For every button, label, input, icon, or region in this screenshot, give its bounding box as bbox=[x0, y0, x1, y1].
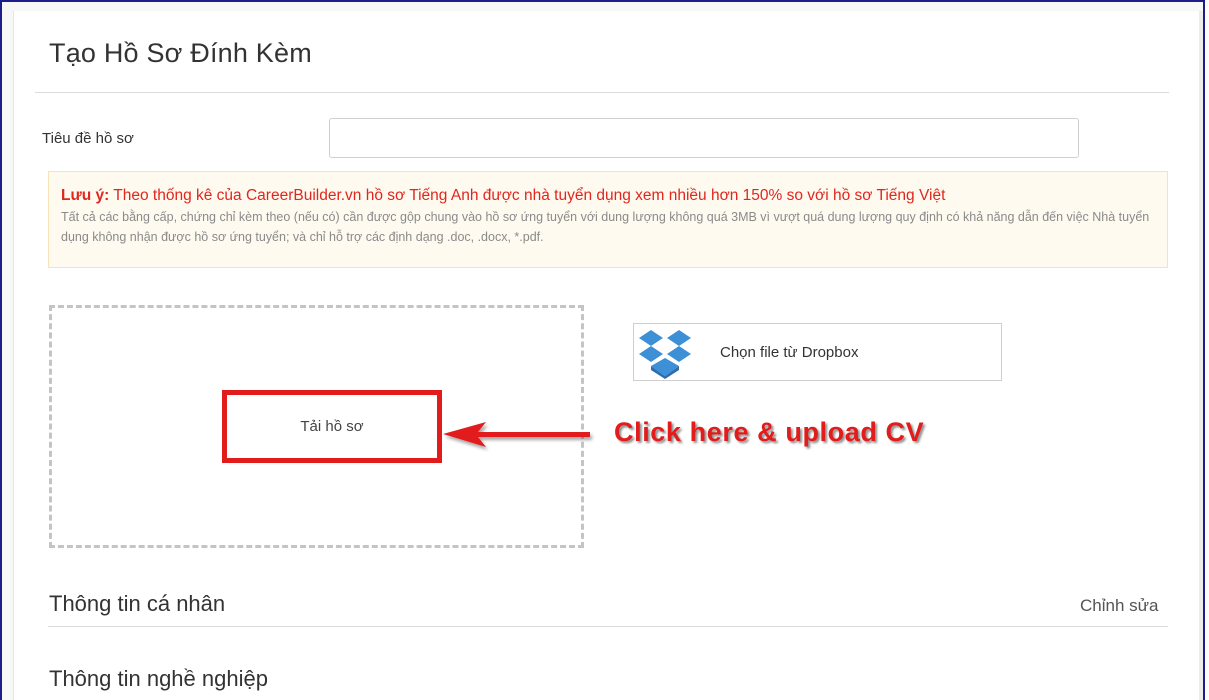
upload-callout-text: Click here & upload CV bbox=[614, 417, 925, 447]
cv-title-label: Tiêu đề hồ sơ bbox=[42, 130, 134, 147]
dropbox-label: Chọn file từ Dropbox bbox=[720, 344, 859, 361]
notice-details: Tất cả các bằng cấp, chứng chỉ kèm theo … bbox=[61, 210, 1150, 244]
arrow-left-icon bbox=[443, 422, 590, 447]
edit-personal-info-link[interactable]: Chỉnh sửa bbox=[1080, 596, 1158, 616]
notice-box: Lưu ý: Theo thống kê của CareerBuilder.v… bbox=[48, 171, 1168, 268]
section-career-info-title: Thông tin nghề nghiệp bbox=[49, 666, 268, 691]
upload-cv-button[interactable]: Tải hồ sơ bbox=[222, 390, 442, 463]
dropbox-icon bbox=[639, 330, 691, 379]
notice-message: Theo thống kê của CareerBuilder.vn hồ sơ… bbox=[109, 187, 946, 204]
dropbox-button[interactable]: Chọn file từ Dropbox bbox=[633, 323, 1002, 381]
scrollbar-track[interactable] bbox=[1199, 11, 1203, 700]
personal-info-divider bbox=[48, 626, 1168, 627]
upload-cv-label: Tải hồ sơ bbox=[300, 418, 364, 435]
cv-title-input[interactable] bbox=[329, 118, 1079, 158]
notice-prefix: Lưu ý: bbox=[61, 187, 110, 204]
notice-main-text: Lưu ý: Theo thống kê của CareerBuilder.v… bbox=[61, 186, 1155, 205]
title-divider bbox=[35, 92, 1169, 93]
section-personal-info-title: Thông tin cá nhân bbox=[49, 591, 226, 616]
page-title: Tạo Hồ Sơ Đính Kèm bbox=[49, 38, 312, 68]
